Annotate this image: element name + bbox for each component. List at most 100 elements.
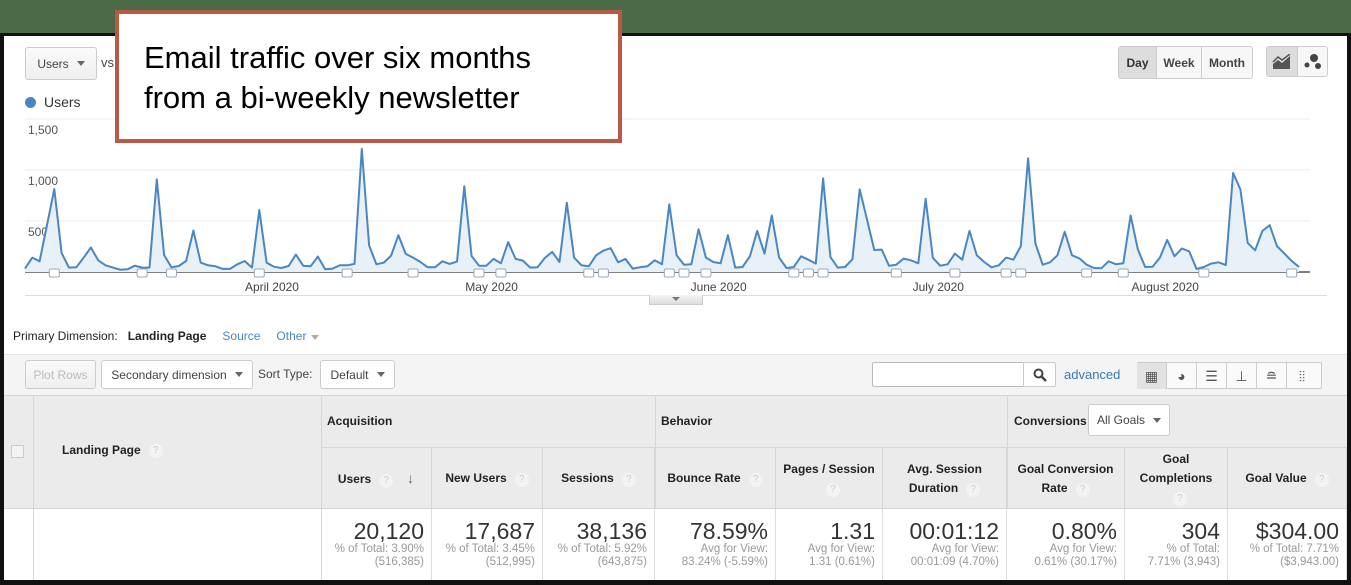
- x-tick-label: July 2020: [912, 280, 964, 294]
- sort-type-value: Default: [330, 367, 369, 382]
- bar-view-icon[interactable]: ☰: [1197, 363, 1227, 389]
- column-header-label: New Users: [445, 471, 507, 485]
- annotation-callout: Email traffic over six months from a bi-…: [115, 10, 622, 143]
- comparison-view-icon[interactable]: ⊥: [1227, 363, 1257, 389]
- help-icon[interactable]: ?: [748, 473, 763, 487]
- total-comparison: Avg for View:: [931, 543, 999, 555]
- primary-dimension-bar: Primary Dimension: Landing Page Source O…: [13, 329, 320, 343]
- help-icon[interactable]: ?: [1314, 473, 1329, 487]
- chart-collapse-handle[interactable]: [649, 295, 703, 305]
- users-series-line: [24, 147, 1300, 271]
- annotation-marker-icon: [341, 268, 353, 278]
- help-icon[interactable]: ?: [826, 482, 840, 497]
- pages-per-session-total: 1.31 Avg for View: 1.31 (0.61%): [776, 509, 883, 580]
- total-comparison: Avg for View:: [1049, 543, 1117, 555]
- chevron-down-icon: [1153, 417, 1162, 423]
- sort-type-label: Sort Type:: [258, 367, 313, 381]
- secondary-dimension-select[interactable]: Secondary dimension: [101, 360, 253, 389]
- pie-view-icon[interactable]: ◕: [1167, 363, 1197, 389]
- x-tick-label: May 2020: [465, 280, 518, 294]
- annotation-marker-icon: [136, 268, 148, 278]
- help-icon[interactable]: ?: [1075, 482, 1090, 497]
- help-icon[interactable]: ?: [514, 473, 529, 487]
- total-value: 38,136: [576, 518, 647, 544]
- search-button[interactable]: [1023, 362, 1056, 387]
- column-header-label: Bounce Rate: [667, 471, 741, 485]
- help-icon[interactable]: ?: [148, 443, 163, 458]
- column-header-label: Goal Conversion Rate: [1017, 461, 1114, 495]
- landing-page-header-label: Landing Page: [62, 443, 141, 457]
- new-users-column-header[interactable]: New Users?: [432, 448, 543, 509]
- sessions-column-header[interactable]: Sessions?: [543, 448, 655, 509]
- total-comparison: (512,995): [485, 556, 535, 568]
- annotation-marker-icon: [473, 268, 485, 278]
- annotation-marker-icon: [1000, 268, 1012, 278]
- primary-dimension-label: Primary Dimension:: [13, 329, 118, 343]
- total-comparison: % of Total:: [1166, 543, 1221, 555]
- new-users-total: 17,687% of Total: 3.45% (512,995): [432, 509, 543, 580]
- total-comparison: Avg for View:: [807, 543, 875, 555]
- x-tick-label: August 2020: [1131, 280, 1199, 294]
- table-search-input[interactable]: [872, 362, 1024, 387]
- landing-page-header[interactable]: Landing Page?: [62, 441, 163, 460]
- total-value: 304: [1181, 518, 1220, 544]
- column-header-label: Goal Completions: [1139, 452, 1213, 485]
- column-header-label: Users: [337, 471, 372, 486]
- behavior-group-header: Behavior: [661, 414, 713, 428]
- help-icon[interactable]: ?: [966, 482, 981, 497]
- advanced-filter-link[interactable]: advanced: [1064, 367, 1120, 382]
- help-icon[interactable]: ?: [621, 473, 636, 487]
- term-cloud-icon[interactable]: ≘: [1257, 363, 1287, 389]
- sort-descending-icon[interactable]: ↓: [407, 470, 414, 486]
- annotation-marker-icon: [1117, 268, 1129, 278]
- total-comparison: ($3,943.00): [1280, 556, 1339, 568]
- total-comparison: % of Total: 7.71%: [1249, 543, 1339, 555]
- plot-rows-button[interactable]: Plot Rows: [25, 360, 96, 389]
- table-view-icon[interactable]: ▦: [1137, 363, 1167, 389]
- annotation-marker-icon: [700, 268, 712, 278]
- annotation-marker-icon: [583, 268, 595, 278]
- users-total: 20,120% of Total: 3.90% (516,385): [321, 509, 432, 580]
- annotation-marker-icon: [890, 268, 902, 278]
- annotation-marker-icon: [1081, 268, 1093, 278]
- pivot-view-icon[interactable]: ⦙⦙: [1287, 363, 1317, 389]
- goal-completions-column-header[interactable]: Goal Completions?: [1125, 448, 1228, 509]
- bounce-rate-column-header[interactable]: Bounce Rate?: [655, 448, 776, 509]
- annotation-marker-icon: [165, 268, 177, 278]
- total-value: 1.31: [830, 518, 875, 544]
- total-comparison: 7.71% (3,943): [1147, 556, 1220, 568]
- users-column-header[interactable]: Users? ↓: [321, 448, 432, 509]
- annotation-marker-icon: [495, 268, 507, 278]
- sort-type-select[interactable]: Default: [320, 360, 395, 389]
- total-comparison: % of Total: 5.92%: [557, 543, 647, 555]
- annotation-marker-icon: [253, 268, 265, 278]
- goal-value-column-header[interactable]: Goal Value?: [1228, 448, 1347, 509]
- annotation-marker-icon: [1286, 268, 1298, 278]
- help-icon[interactable]: ?: [379, 473, 394, 488]
- total-value: 00:01:12: [909, 518, 999, 544]
- annotation-marker-icon: [407, 268, 419, 278]
- goal-select[interactable]: All Goals: [1088, 404, 1170, 436]
- goal-conversion-rate-column-header[interactable]: Goal Conversion Rate?: [1007, 448, 1125, 509]
- total-value: $304.00: [1255, 518, 1339, 544]
- total-value: 20,120: [353, 518, 424, 544]
- select-all-checkbox[interactable]: [11, 445, 24, 458]
- annotation-marker-icon: [802, 268, 814, 278]
- avg-session-duration-column-header[interactable]: Avg. Session Duration?: [883, 448, 1007, 509]
- total-comparison: % of Total: 3.45%: [445, 543, 535, 555]
- total-comparison: (516,385): [374, 556, 424, 568]
- callout-line-1: Email traffic over six months: [144, 40, 532, 75]
- goal-conversion-rate-total: 0.80% Avg for View: 0.61% (30.17%): [1007, 509, 1125, 580]
- dimension-landing-page[interactable]: Landing Page: [128, 329, 207, 343]
- dimension-source[interactable]: Source: [222, 329, 260, 343]
- annotation-marker-icon: [597, 268, 609, 278]
- help-icon[interactable]: ?: [1173, 492, 1187, 506]
- chevron-down-icon: [672, 297, 680, 301]
- dimension-other[interactable]: Other: [276, 329, 320, 343]
- goal-value-total: $304.00% of Total: 7.71% ($3,943.00): [1228, 509, 1347, 580]
- x-tick-label: April 2020: [244, 280, 299, 294]
- pages-per-session-column-header[interactable]: Pages / Session?: [776, 448, 883, 509]
- total-value: 17,687: [464, 518, 535, 544]
- conversions-group-header: Conversions: [1014, 414, 1087, 428]
- avg-session-duration-total: 00:01:12 Avg for View: 00:01:09 (4.70%): [883, 509, 1007, 580]
